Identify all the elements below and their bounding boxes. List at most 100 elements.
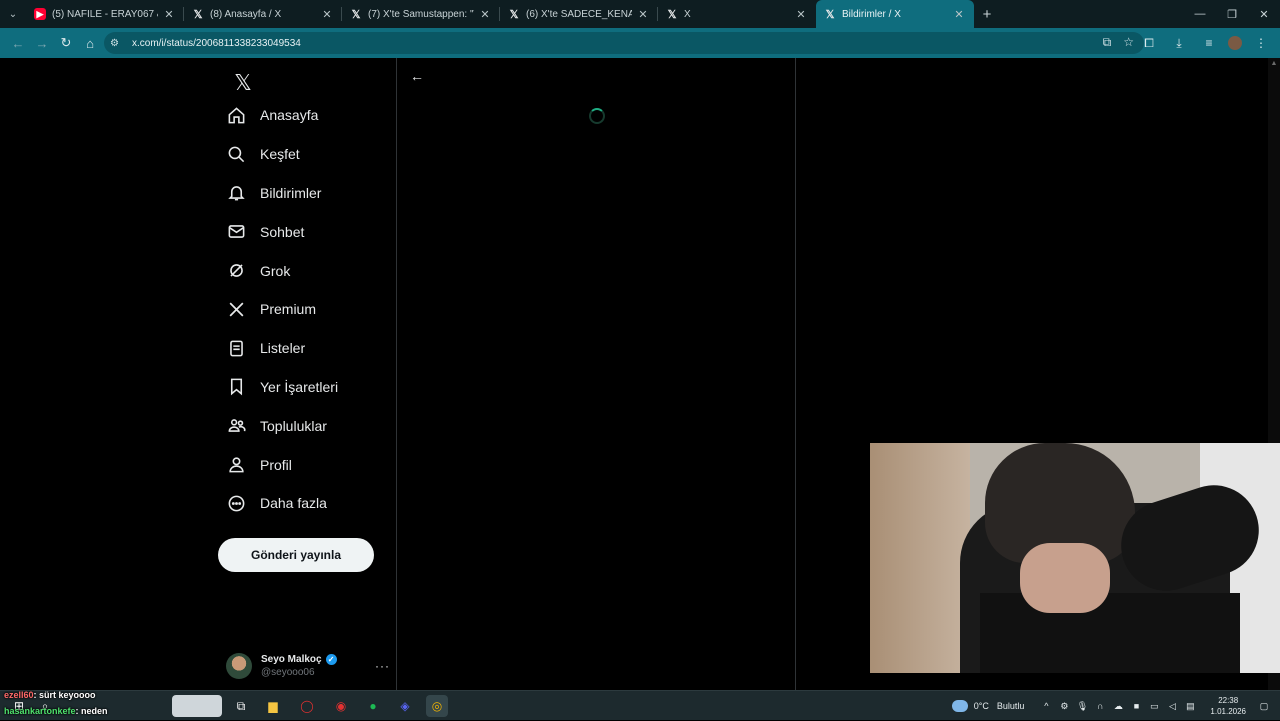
browser-tab[interactable]: 𝕏 (7) X'te Samustappen: "Temuda ✕: [342, 0, 500, 28]
obs-icon[interactable]: ◉: [330, 695, 352, 717]
home-button[interactable]: ⌂: [78, 31, 102, 55]
nav-item-grok[interactable]: Grok: [218, 251, 396, 290]
address-bar[interactable]: ⚙ x.com/i/status/2006811338233049534 ⧉ ☆: [104, 32, 1144, 54]
post-button[interactable]: Gönderi yayınla: [218, 538, 374, 572]
x-icon: 𝕏: [667, 8, 677, 21]
x-icon: 𝕏: [193, 8, 203, 21]
reload-button[interactable]: ↻: [54, 31, 78, 55]
clock-date: 1.01.2026: [1210, 707, 1246, 716]
display-icon[interactable]: ▭: [1146, 701, 1162, 712]
browser-tab[interactable]: ▶ (5) NAFİLE - ERAY067 & MANS ✕: [26, 0, 184, 28]
browser-tab[interactable]: 𝕏 (8) Anasayfa / X ✕: [184, 0, 342, 28]
tab-title: (7) X'te Samustappen: "Temuda: [368, 8, 474, 20]
task-view-icon[interactable]: ⧉: [230, 695, 252, 717]
spotify-icon[interactable]: ●: [362, 695, 384, 717]
home-icon: [226, 105, 246, 125]
close-icon[interactable]: ✕: [162, 8, 176, 21]
system-tray: 0°C Bulutlu ^ ⚙ 🎙 ∩ ☁ ■ ▭ ◁ ▤ 22:38 1.01…: [951, 691, 1280, 721]
mail-icon: [226, 222, 246, 242]
steam-icon[interactable]: ⚙: [1056, 701, 1072, 712]
browser-tab[interactable]: 𝕏 (6) X'te SADECE_KENAN: "Delik ✕: [500, 0, 658, 28]
nav-item-explore[interactable]: Keşfet: [218, 135, 396, 174]
nav-item-premium[interactable]: Premium: [218, 290, 396, 329]
nav-label: Anasayfa: [260, 107, 319, 124]
nav-label: Listeler: [260, 340, 306, 357]
microphone-icon[interactable]: 🎙: [1074, 701, 1090, 712]
x-icon: 𝕏: [509, 8, 519, 21]
profile-avatar[interactable]: [1228, 36, 1242, 50]
close-icon[interactable]: ✕: [478, 8, 492, 21]
notification-icon[interactable]: ▢: [1256, 701, 1272, 712]
forward-button[interactable]: →: [30, 31, 54, 55]
nav-label: Keşfet: [260, 146, 300, 163]
restore-icon[interactable]: ❐: [1216, 0, 1248, 28]
browser-tab[interactable]: 𝕏 X ✕: [658, 0, 816, 28]
discord-icon[interactable]: ◈: [394, 695, 416, 717]
chat-username: ezell60: [4, 690, 34, 700]
download-icon[interactable]: ⤓: [1168, 31, 1190, 55]
browser-tab-active[interactable]: 𝕏 Bildirimler / X ✕: [816, 0, 974, 28]
nav-item-messages[interactable]: Sohbet: [218, 212, 396, 251]
chevron-up-icon[interactable]: ^: [1038, 701, 1054, 711]
chrome-icon[interactable]: ◎: [426, 695, 448, 717]
chat-text: : sürt keyoooo: [33, 690, 96, 700]
tab-search-chevron-icon[interactable]: ⌄: [0, 0, 26, 28]
nav-item-more[interactable]: Daha fazla: [218, 484, 396, 523]
close-icon[interactable]: ✕: [320, 8, 334, 21]
volume-icon[interactable]: ◁: [1164, 701, 1180, 712]
windows-taskbar: ⊞ ⌕ ⧉ ▆ ◯ ◉ ● ◈ ◎ 0°C Bulutlu ^ ⚙ 🎙 ∩ ☁ …: [0, 690, 1280, 720]
chat-message: hasankartonkefe: neden: [4, 703, 108, 720]
back-button[interactable]: ←: [6, 31, 30, 55]
opera-icon[interactable]: ◯: [296, 695, 318, 717]
nav-item-profile[interactable]: Profil: [218, 445, 396, 484]
person-icon: [226, 455, 246, 475]
scroll-up-icon[interactable]: ▲: [1270, 60, 1278, 68]
media-control-icon[interactable]: ≡: [1198, 31, 1220, 55]
search-icon: [226, 144, 246, 164]
tab-title: Bildirimler / X: [842, 8, 901, 20]
nav-label: Topluluklar: [260, 417, 327, 434]
webcam-overlay: [870, 443, 1280, 673]
webcam-shirt: [980, 593, 1240, 673]
x-logo-icon[interactable]: 𝕏: [226, 66, 260, 100]
tab-title: (8) Anasayfa / X: [210, 8, 282, 20]
new-tab-button[interactable]: +: [974, 6, 1000, 23]
taskbar-clock[interactable]: 22:38 1.01.2026: [1210, 695, 1246, 717]
account-switcher[interactable]: Seyo Malkoç ✓ @seyooo06 ···: [226, 646, 390, 686]
nav-label: Profil: [260, 456, 292, 473]
url-text: x.com/i/status/2006811338233049534: [132, 37, 301, 49]
network-icon[interactable]: ▤: [1182, 701, 1198, 712]
nav-item-communities[interactable]: Topluluklar: [218, 406, 396, 445]
weather-widget[interactable]: 0°C Bulutlu: [951, 700, 1025, 712]
nav-item-lists[interactable]: Listeler: [218, 329, 396, 368]
back-arrow-icon[interactable]: ←: [407, 66, 427, 86]
weather-condition: Bulutlu: [996, 701, 1025, 711]
more-dots-icon[interactable]: ···: [375, 659, 390, 673]
close-icon[interactable]: ✕: [794, 8, 808, 21]
chat-username: hasankartonkefe: [4, 706, 76, 716]
close-window-icon[interactable]: ✕: [1248, 0, 1280, 28]
file-explorer-icon[interactable]: ▆: [262, 695, 284, 717]
nav-item-notifications[interactable]: Bildirimler: [218, 174, 396, 213]
site-info-icon[interactable]: ⚙: [110, 38, 126, 49]
nav-label: Premium: [260, 301, 317, 318]
taskbar-thumbnail[interactable]: [172, 695, 222, 717]
stream-chat-overlay: ezell60: sürt keyoooo hasankartonkefe: n…: [4, 687, 108, 720]
browser-menu-icon[interactable]: ⋮: [1250, 31, 1272, 55]
close-icon[interactable]: ✕: [952, 8, 966, 21]
minimize-icon[interactable]: —: [1184, 0, 1216, 28]
verified-badge-icon: ✓: [325, 654, 337, 665]
chat-text: : neden: [75, 706, 108, 716]
tab-title: (6) X'te SADECE_KENAN: "Delik: [526, 8, 632, 20]
nav-item-home[interactable]: Anasayfa: [218, 96, 396, 135]
close-icon[interactable]: ✕: [636, 8, 650, 21]
app-tray-icon[interactable]: ■: [1128, 701, 1144, 711]
extensions-icon[interactable]: ⧠: [1138, 31, 1160, 55]
headset-icon[interactable]: ∩: [1092, 701, 1108, 711]
install-app-icon[interactable]: ⧉: [1103, 35, 1112, 50]
cloud-sync-icon[interactable]: ☁: [1110, 701, 1126, 712]
main-column: ←: [396, 58, 796, 690]
account-name: Seyo Malkoç ✓: [261, 654, 375, 665]
bookmark-star-icon[interactable]: ☆: [1123, 35, 1134, 50]
nav-item-bookmarks[interactable]: Yer İşaretleri: [218, 368, 396, 407]
